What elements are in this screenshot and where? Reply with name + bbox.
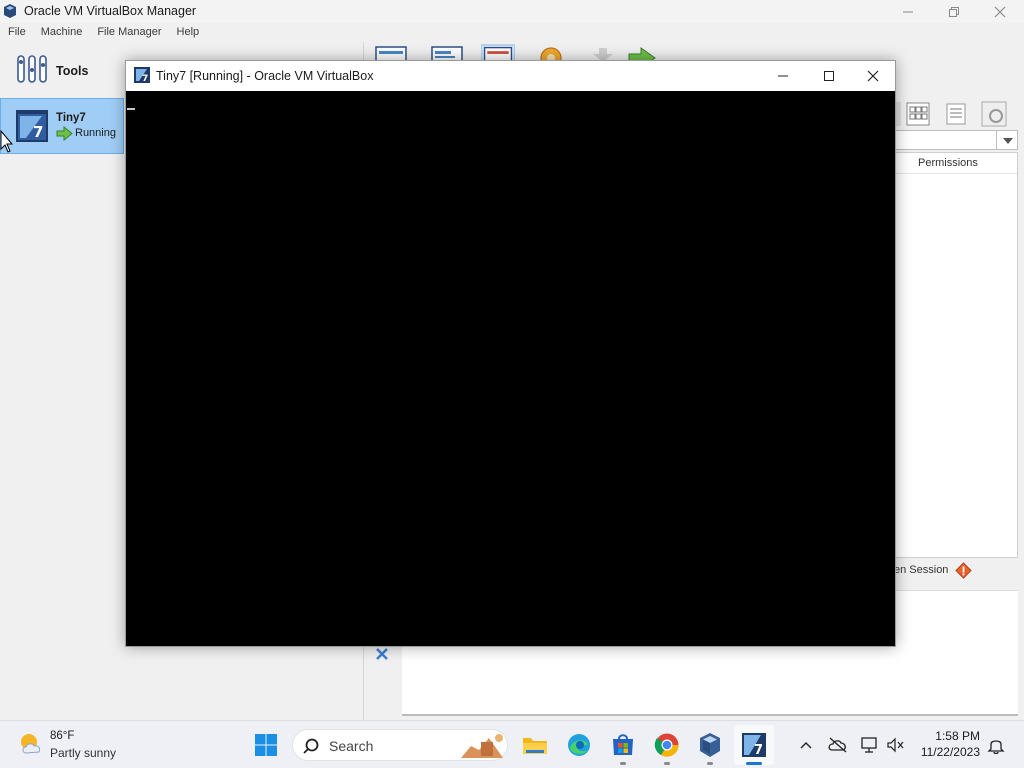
text-cursor bbox=[127, 108, 135, 110]
session-row: en Session bbox=[894, 562, 1024, 580]
manager-menubar: File Machine File Manager Help bbox=[0, 24, 1024, 42]
clock-time[interactable]: 1:58 PM bbox=[918, 729, 980, 743]
minimize-icon bbox=[903, 11, 913, 12]
tools-icon bbox=[17, 55, 47, 83]
active-indicator bbox=[746, 762, 762, 765]
svg-text:7: 7 bbox=[33, 123, 43, 141]
chrome-browser-icon bbox=[654, 733, 679, 757]
tray-network[interactable] bbox=[860, 735, 880, 755]
list-view-icon[interactable] bbox=[944, 102, 968, 126]
network-icon bbox=[861, 737, 877, 753]
close-icon bbox=[994, 6, 1006, 17]
session-label[interactable]: en Session bbox=[894, 564, 948, 576]
search-label: Search bbox=[329, 738, 374, 754]
permissions-panel: Permissions bbox=[896, 152, 1018, 558]
vm-display-window: 7 Tiny7 [Running] - Oracle VM VirtualBox bbox=[125, 60, 896, 647]
menu-help[interactable]: Help bbox=[169, 24, 207, 42]
vm-guest-screen[interactable] bbox=[126, 91, 895, 646]
grid-view-icon[interactable] bbox=[906, 102, 930, 126]
vm-name: Tiny7 bbox=[56, 112, 86, 124]
taskbar-chrome[interactable] bbox=[647, 725, 687, 765]
weather-widget[interactable]: 86°F Partly sunny bbox=[14, 727, 134, 763]
close-icon bbox=[867, 70, 879, 82]
permissions-column-header[interactable]: Permissions bbox=[896, 153, 1017, 174]
start-button[interactable] bbox=[246, 725, 286, 765]
running-indicator bbox=[707, 762, 713, 765]
windows7-vm-icon: 7 bbox=[16, 110, 48, 142]
menu-file[interactable]: File bbox=[0, 24, 33, 42]
edge-browser-icon bbox=[568, 734, 590, 756]
details-view-edge bbox=[896, 102, 901, 126]
menu-machine[interactable]: Machine bbox=[33, 24, 90, 42]
taskbar-virtualbox-manager[interactable] bbox=[690, 725, 730, 765]
preferences-icon[interactable] bbox=[980, 100, 1008, 128]
virtualbox-app-icon bbox=[4, 4, 16, 18]
manager-close-button[interactable] bbox=[977, 0, 1023, 23]
vm-window-title: Tiny7 [Running] - Oracle VM VirtualBox bbox=[156, 69, 374, 83]
filter-combo[interactable] bbox=[896, 130, 996, 150]
running-arrow-icon bbox=[56, 126, 73, 141]
manager-titlebar: Oracle VM VirtualBox Manager bbox=[0, 0, 1024, 23]
weather-condition: Partly sunny bbox=[50, 746, 117, 760]
vm-minimize-button[interactable] bbox=[760, 61, 806, 91]
store-icon bbox=[613, 734, 633, 755]
chevron-down-icon bbox=[1003, 138, 1013, 144]
cloud-offline-icon bbox=[828, 737, 847, 753]
vm-close-button[interactable] bbox=[850, 61, 896, 91]
close-x-icon[interactable] bbox=[375, 647, 389, 661]
running-indicator bbox=[620, 762, 626, 765]
taskbar-store[interactable] bbox=[603, 725, 643, 765]
windows-logo-icon bbox=[255, 734, 277, 756]
search-highlight-icon bbox=[461, 734, 503, 758]
windows-taskbar: 86°F Partly sunny Search 7 1:58 PM 11/22… bbox=[0, 720, 1024, 768]
details-toolbar bbox=[896, 100, 1024, 128]
tray-overflow-button[interactable] bbox=[796, 735, 816, 755]
manager-title: Oracle VM VirtualBox Manager bbox=[24, 4, 197, 18]
manager-toolbar bbox=[365, 42, 1024, 62]
taskbar-tiny7-vm[interactable]: 7 bbox=[734, 725, 774, 765]
speaker-muted-icon bbox=[887, 737, 904, 753]
tray-volume[interactable] bbox=[886, 735, 906, 755]
vm-status: Running bbox=[75, 127, 116, 139]
partly-sunny-icon bbox=[21, 734, 41, 754]
manager-restore-button[interactable] bbox=[931, 0, 977, 23]
taskbar-file-explorer[interactable] bbox=[515, 725, 555, 765]
search-icon bbox=[303, 738, 319, 754]
warning-icon[interactable] bbox=[955, 562, 972, 579]
running-indicator bbox=[664, 762, 670, 765]
restore-icon bbox=[949, 6, 959, 17]
filter-combo-dropdown[interactable] bbox=[996, 130, 1018, 150]
mouse-pointer-icon bbox=[0, 130, 14, 153]
windows7-vm-icon: 7 bbox=[742, 733, 766, 758]
virtualbox-app-icon bbox=[700, 733, 720, 757]
maximize-icon bbox=[824, 71, 834, 81]
taskbar-edge[interactable] bbox=[559, 725, 599, 765]
weather-temperature: 86°F bbox=[50, 730, 75, 742]
minimize-icon bbox=[778, 75, 788, 77]
vm-maximize-button[interactable] bbox=[806, 61, 852, 91]
svg-text:7: 7 bbox=[754, 743, 763, 758]
taskbar-search[interactable]: Search bbox=[292, 729, 508, 761]
bell-icon bbox=[987, 740, 1005, 754]
tray-onedrive[interactable] bbox=[828, 735, 848, 755]
clock-date[interactable]: 11/22/2023 bbox=[912, 745, 980, 759]
windows7-vm-icon: 7 bbox=[134, 67, 150, 83]
permissions-label: Permissions bbox=[918, 157, 978, 169]
tools-label: Tools bbox=[56, 64, 89, 78]
vm-window-titlebar: 7 Tiny7 [Running] - Oracle VM VirtualBox bbox=[126, 61, 895, 91]
manager-minimize-button[interactable] bbox=[885, 0, 931, 23]
menu-file-manager[interactable]: File Manager bbox=[89, 24, 168, 42]
notifications-button[interactable] bbox=[986, 735, 1006, 755]
folder-icon bbox=[523, 738, 547, 754]
chevron-up-icon bbox=[800, 742, 812, 749]
vm-list-item-tiny7[interactable]: 7 Tiny7 Running bbox=[0, 98, 124, 154]
svg-text:7: 7 bbox=[142, 74, 148, 83]
tools-item[interactable]: Tools bbox=[0, 48, 124, 92]
